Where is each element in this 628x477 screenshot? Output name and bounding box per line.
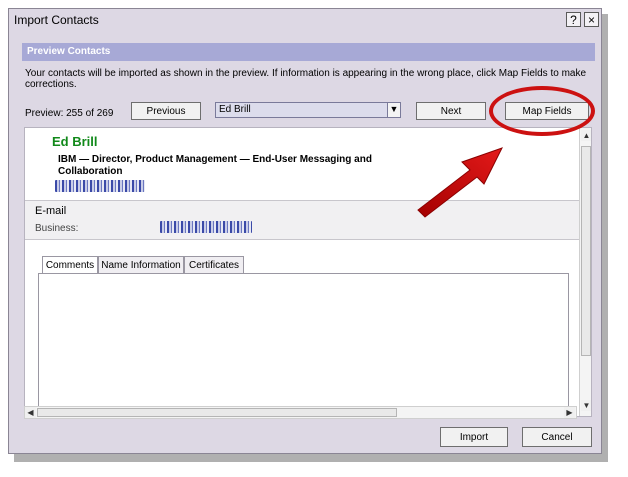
horizontal-scrollbar[interactable]: ◀ ▶ xyxy=(24,406,577,419)
import-button[interactable]: Import xyxy=(440,427,508,447)
section-header: Preview Contacts xyxy=(22,43,595,61)
help-button[interactable]: ? xyxy=(566,12,581,27)
scroll-left-icon[interactable]: ◀ xyxy=(25,407,36,418)
red-arrow-icon xyxy=(417,147,503,218)
instruction-text: Your contacts will be imported as shown … xyxy=(25,68,587,90)
scroll-down-icon[interactable]: ▼ xyxy=(581,400,591,411)
previous-button[interactable]: Previous xyxy=(131,102,201,120)
business-email-label: Business: xyxy=(35,223,79,234)
scroll-up-icon[interactable]: ▲ xyxy=(581,130,591,141)
cancel-button[interactable]: Cancel xyxy=(522,427,592,447)
redacted-email xyxy=(160,221,252,233)
comments-area[interactable] xyxy=(38,273,569,416)
chevron-down-icon[interactable]: ▼ xyxy=(387,102,401,118)
horizontal-scroll-thumb[interactable] xyxy=(37,408,397,417)
title-bar: Import Contacts ? × xyxy=(9,9,601,31)
next-button[interactable]: Next xyxy=(416,102,486,120)
contact-select[interactable]: Ed Brill xyxy=(215,102,401,118)
tab-certificates[interactable]: Certificates xyxy=(184,256,244,273)
tab-comments[interactable]: Comments xyxy=(42,256,98,274)
email-section-label: E-mail xyxy=(35,205,67,217)
vertical-scrollbar[interactable]: ▲ ▼ xyxy=(579,128,591,416)
window-title: Import Contacts xyxy=(14,13,99,27)
preview-count: Preview: 255 of 269 xyxy=(25,108,114,119)
contact-title: IBM — Director, Product Management — End… xyxy=(58,154,372,177)
import-contacts-dialog: Import Contacts ? × Preview Contacts You… xyxy=(8,8,602,454)
tab-name-information[interactable]: Name Information xyxy=(98,256,184,273)
section-title: Preview Contacts xyxy=(27,46,111,57)
contact-name: Ed Brill xyxy=(52,134,98,149)
annotation-circle xyxy=(489,86,595,136)
scroll-right-icon[interactable]: ▶ xyxy=(564,407,575,418)
close-button[interactable]: × xyxy=(584,12,599,27)
redacted-phone xyxy=(55,180,145,192)
vertical-scroll-thumb[interactable] xyxy=(581,146,591,356)
